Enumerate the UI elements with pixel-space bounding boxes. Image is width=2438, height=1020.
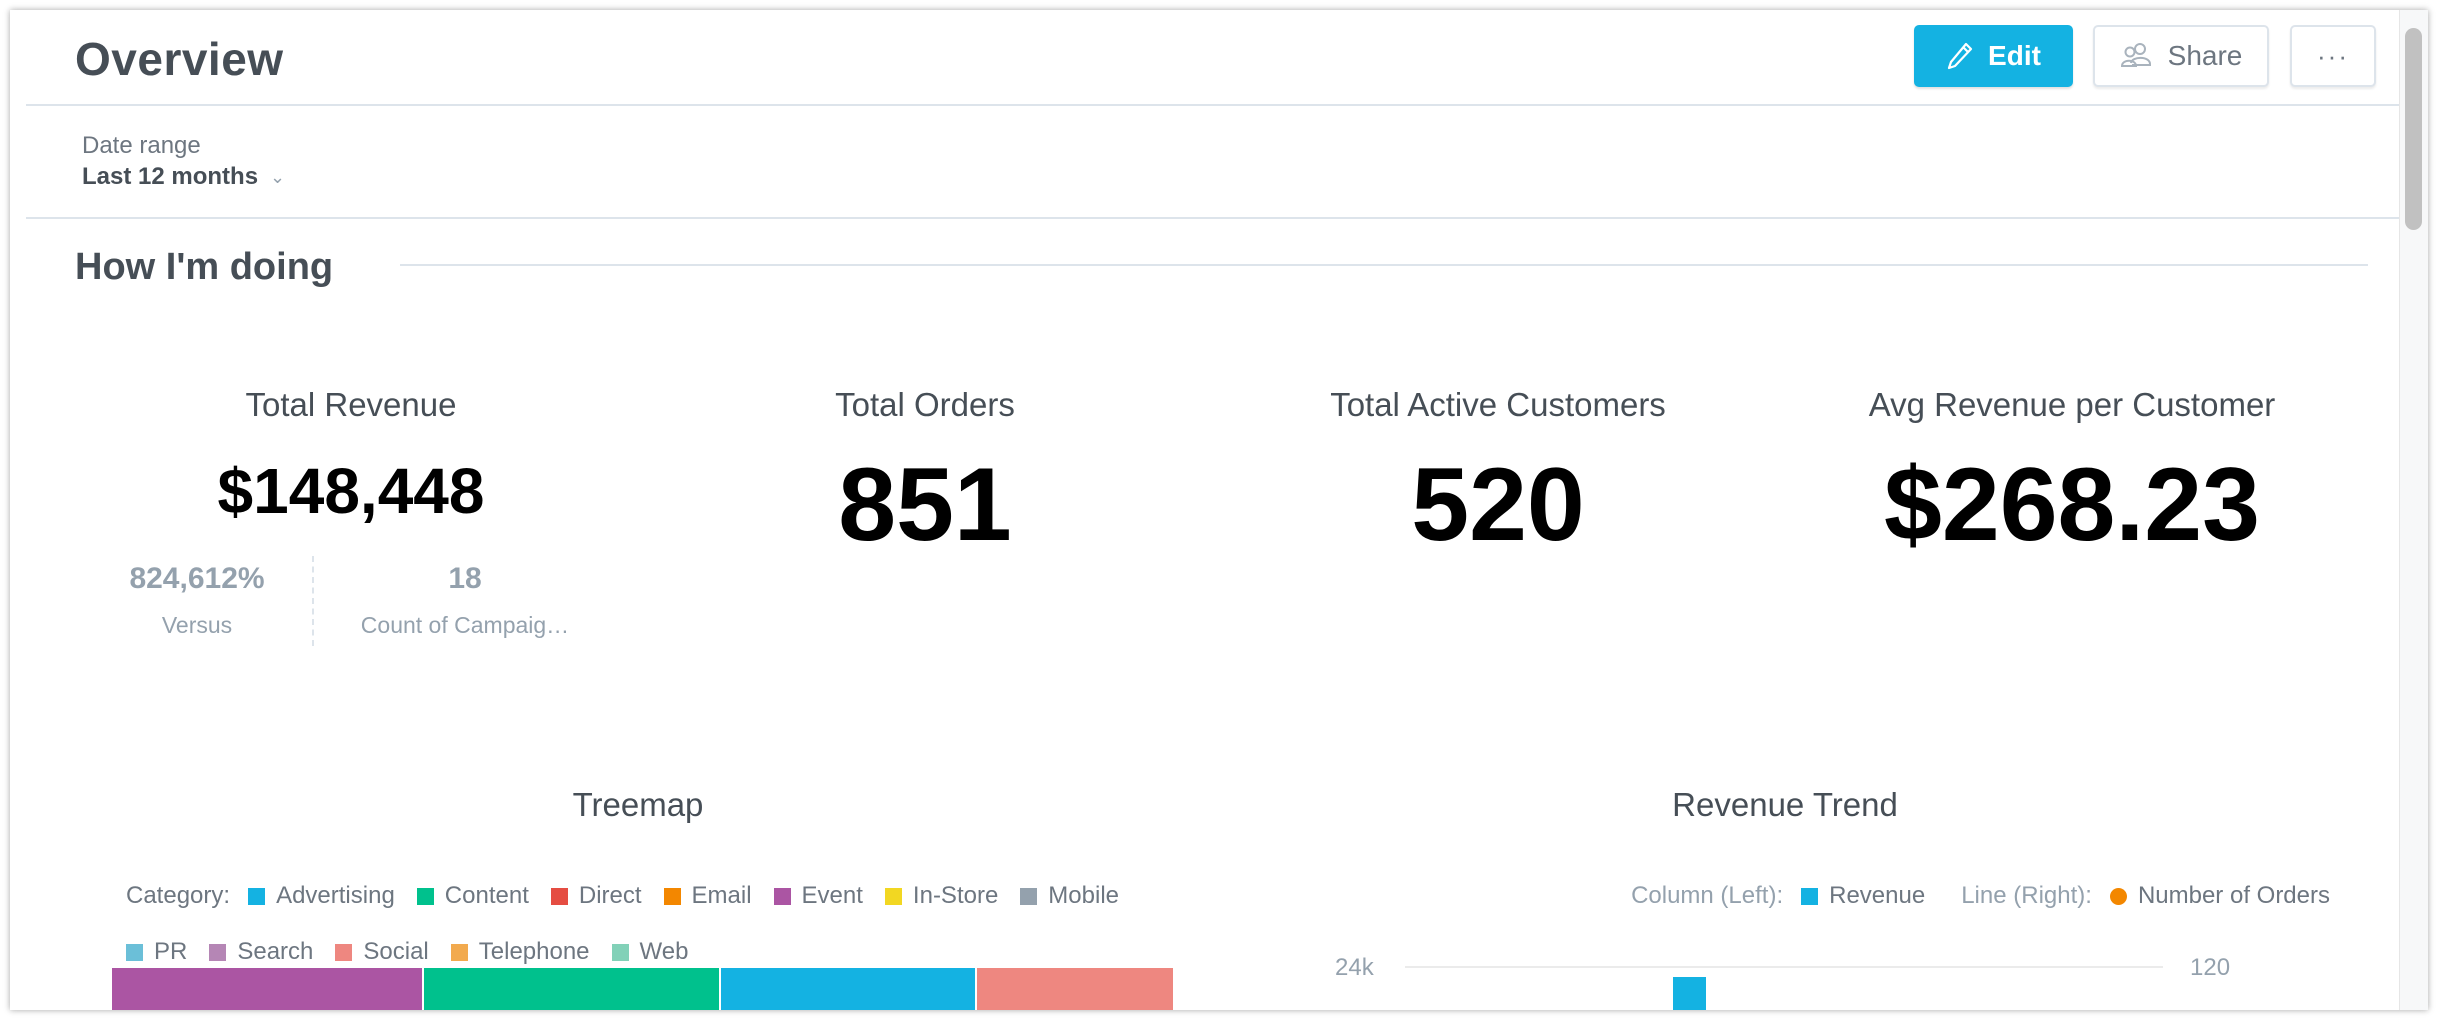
legend-swatch bbox=[663, 887, 681, 905]
y-left-tick: 24k bbox=[1335, 954, 1374, 981]
kpi-title: Avg Revenue per Customer bbox=[1868, 386, 2276, 423]
legend-swatch bbox=[884, 887, 902, 905]
dashboard-window: Overview Edit Share ··· Date range Last … bbox=[10, 10, 2428, 1010]
legend-swatch bbox=[1801, 887, 1819, 905]
treemap-plot bbox=[112, 968, 1174, 1010]
secondary-divider bbox=[312, 556, 314, 646]
legend-label: PR bbox=[154, 938, 188, 965]
revenue-trend-plot bbox=[1405, 967, 2163, 1010]
header-divider bbox=[26, 104, 2399, 106]
filter-bar-divider bbox=[26, 217, 2399, 219]
kpi-secondary-versus: 824,612% Versus bbox=[82, 562, 312, 639]
legend-swatch bbox=[335, 943, 353, 961]
legend-item[interactable]: Direct bbox=[550, 882, 642, 910]
legend-item[interactable]: Social bbox=[335, 938, 429, 966]
y-right-tick: 120 bbox=[2190, 954, 2231, 981]
secondary-value: 18 bbox=[448, 562, 482, 595]
legend-item[interactable]: PR bbox=[126, 938, 187, 966]
treemap-legend: Category: Advertising Content Direct Email E… bbox=[126, 882, 1186, 966]
treemap-cell-advertising[interactable] bbox=[721, 968, 975, 1010]
kpi-title: Total Active Customers bbox=[1330, 386, 1666, 423]
legend-label: Event bbox=[801, 882, 863, 909]
legend-label: Search bbox=[237, 938, 314, 965]
legend-swatch bbox=[1020, 887, 1038, 905]
legend-item[interactable]: Advertising bbox=[248, 882, 395, 910]
legend-swatch bbox=[450, 943, 468, 961]
legend-label: Revenue bbox=[1829, 882, 1926, 909]
kpi-value: 520 bbox=[1411, 447, 1585, 563]
users-icon bbox=[2120, 43, 2151, 67]
kpi-total-revenue[interactable]: Total Revenue $148,448 bbox=[71, 386, 631, 528]
legend-swatch bbox=[126, 943, 143, 961]
secondary-label: Count of Campaig… bbox=[360, 612, 570, 638]
legend-item[interactable]: Email bbox=[663, 882, 752, 910]
share-button-label: Share bbox=[2167, 40, 2243, 71]
legend-item[interactable]: Revenue bbox=[1801, 882, 1925, 910]
page-title: Overview bbox=[75, 33, 284, 85]
kpi-title: Total Orders bbox=[835, 386, 1015, 423]
date-range-value: Last 12 months bbox=[82, 163, 259, 190]
more-options-button[interactable]: ··· bbox=[2290, 25, 2376, 87]
legend-label: Web bbox=[639, 938, 689, 965]
legend-title: Category: bbox=[126, 882, 231, 909]
revenue-trend-legend: Column (Left): Revenue Line (Right): Number… bbox=[1610, 882, 2330, 910]
legend-label: Direct bbox=[578, 882, 642, 909]
legend-swatch bbox=[209, 943, 227, 961]
legend-swatch bbox=[416, 887, 434, 905]
secondary-label: Versus bbox=[161, 612, 233, 638]
legend-label: Number of Orders bbox=[2137, 882, 2330, 909]
kpi-total-active-customers[interactable]: Total Active Customers 520 bbox=[1218, 386, 1778, 565]
scrollbar-thumb[interactable] bbox=[2405, 28, 2422, 230]
more-icon: ··· bbox=[2317, 40, 2349, 71]
legend-item[interactable]: Number of Orders bbox=[2109, 882, 2330, 910]
legend-item[interactable]: Event bbox=[773, 882, 863, 910]
edit-button-label: Edit bbox=[1988, 40, 2041, 71]
legend-item[interactable]: In-Store bbox=[884, 882, 999, 910]
pencil-icon bbox=[1947, 42, 1973, 70]
date-range-label: Date range bbox=[82, 132, 201, 159]
treemap-cell-event[interactable] bbox=[112, 968, 422, 1010]
treemap-cell-content[interactable] bbox=[424, 968, 719, 1010]
legend-group-label: Column (Left): bbox=[1631, 882, 1784, 909]
kpi-value: $268.23 bbox=[1884, 447, 2260, 563]
section-divider bbox=[400, 264, 2368, 266]
section-title: How I'm doing bbox=[75, 246, 334, 288]
legend-item[interactable]: Mobile bbox=[1020, 882, 1119, 910]
kpi-value: $148,448 bbox=[217, 455, 485, 527]
legend-label: Telephone bbox=[478, 938, 590, 965]
treemap-cell-social[interactable] bbox=[977, 968, 1173, 1010]
kpi-value: 851 bbox=[838, 447, 1012, 563]
date-range-dropdown[interactable]: Last 12 months ⌄ bbox=[82, 163, 285, 191]
kpi-title: Total Revenue bbox=[245, 386, 457, 423]
kpi-avg-revenue-per-customer[interactable]: Avg Revenue per Customer $268.23 bbox=[1792, 386, 2352, 565]
legend-item[interactable]: Telephone bbox=[450, 938, 590, 966]
legend-circle-marker bbox=[2109, 887, 2127, 905]
legend-label: In-Store bbox=[912, 882, 999, 909]
legend-label: Email bbox=[691, 882, 752, 909]
legend-label: Advertising bbox=[276, 882, 395, 909]
revenue-bar[interactable] bbox=[1673, 977, 1706, 1010]
share-button[interactable]: Share bbox=[2093, 25, 2269, 87]
legend-label: Content bbox=[444, 882, 529, 909]
treemap-title: Treemap bbox=[572, 786, 704, 823]
secondary-value: 824,612% bbox=[129, 562, 265, 595]
edit-button[interactable]: Edit bbox=[1914, 25, 2073, 87]
legend-label: Social bbox=[363, 938, 429, 965]
legend-swatch bbox=[611, 943, 629, 961]
legend-label: Mobile bbox=[1048, 882, 1119, 909]
legend-swatch bbox=[773, 887, 791, 905]
kpi-total-orders[interactable]: Total Orders 851 bbox=[645, 386, 1205, 565]
chevron-down-icon: ⌄ bbox=[270, 166, 286, 187]
legend-group-label: Line (Right): bbox=[1961, 882, 2092, 909]
revenue-trend-title: Revenue Trend bbox=[1672, 786, 1898, 823]
legend-swatch bbox=[550, 887, 568, 905]
legend-item[interactable]: Web bbox=[611, 938, 689, 966]
legend-item[interactable]: Search bbox=[209, 938, 313, 966]
legend-swatch bbox=[248, 887, 266, 905]
kpi-secondary-campaigns: 18 Count of Campaig… bbox=[330, 562, 600, 639]
legend-item[interactable]: Content bbox=[416, 882, 529, 910]
